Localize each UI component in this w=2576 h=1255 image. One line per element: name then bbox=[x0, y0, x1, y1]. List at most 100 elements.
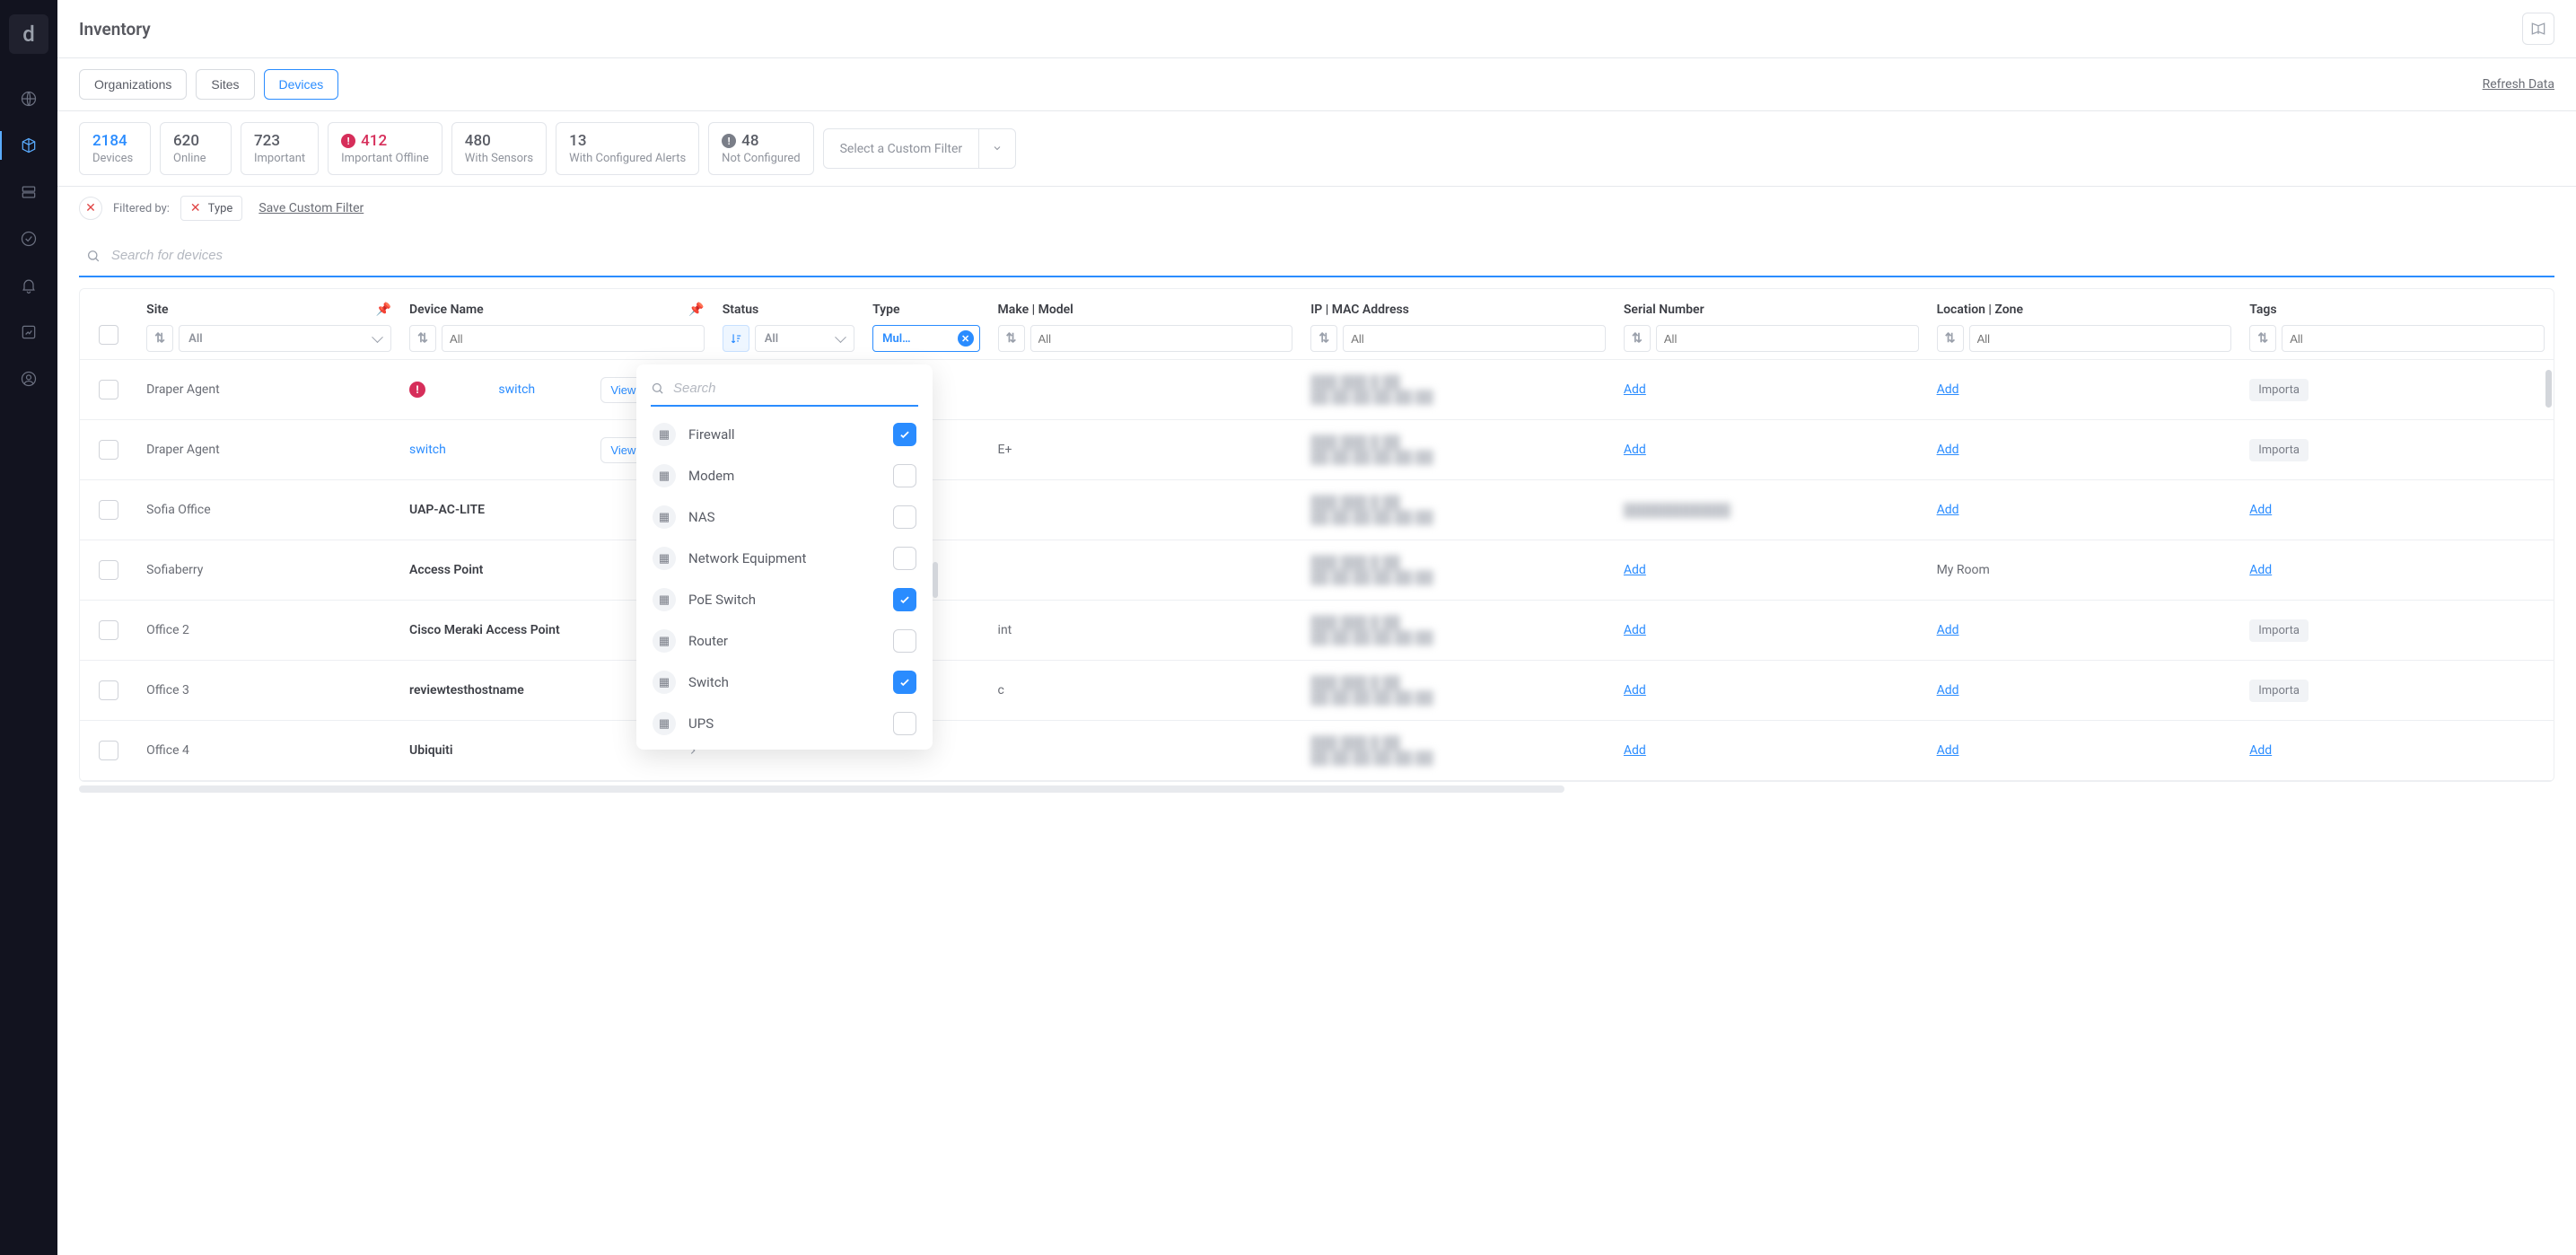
clear-type-filter-icon[interactable]: ✕ bbox=[958, 330, 974, 347]
filter-status[interactable]: All bbox=[755, 325, 854, 352]
chevron-down-icon[interactable] bbox=[978, 129, 1015, 168]
filter-serial-input[interactable] bbox=[1656, 325, 1919, 352]
stat-devices[interactable]: 2184Devices bbox=[79, 122, 151, 175]
stats-row: 2184Devices 620Online 723Important !412I… bbox=[57, 111, 2576, 187]
select-all-checkbox[interactable] bbox=[99, 325, 118, 345]
dropdown-checkbox[interactable] bbox=[893, 629, 916, 653]
dropdown-checkbox[interactable] bbox=[893, 505, 916, 529]
sort-tags[interactable]: ⇅ bbox=[2249, 325, 2276, 352]
add-location-link[interactable]: Add bbox=[1937, 623, 1959, 637]
dropdown-checkbox[interactable] bbox=[893, 423, 916, 446]
sort-ip[interactable]: ⇅ bbox=[1310, 325, 1337, 352]
add-serial-link[interactable]: Add bbox=[1624, 683, 1646, 698]
filter-site[interactable]: All bbox=[179, 325, 391, 352]
tab-sites[interactable]: Sites bbox=[196, 69, 254, 100]
dropdown-item[interactable]: ▦Network Equipment bbox=[651, 538, 918, 579]
add-location-link[interactable]: Add bbox=[1937, 382, 1959, 397]
sort-device[interactable]: ⇅ bbox=[409, 325, 436, 352]
sort-serial[interactable]: ⇅ bbox=[1624, 325, 1651, 352]
search-input[interactable] bbox=[111, 248, 2551, 263]
row-checkbox[interactable] bbox=[99, 741, 118, 760]
save-custom-filter-link[interactable]: Save Custom Filter bbox=[258, 201, 364, 215]
dropdown-checkbox[interactable] bbox=[893, 588, 916, 611]
sort-status[interactable] bbox=[723, 325, 749, 352]
add-tag-link[interactable]: Add bbox=[2249, 743, 2272, 758]
custom-filter-dropdown[interactable]: Select a Custom Filter bbox=[823, 128, 1017, 169]
dropdown-item-label: Router bbox=[688, 633, 728, 649]
nav-globe-icon[interactable] bbox=[0, 75, 57, 122]
row-checkbox[interactable] bbox=[99, 680, 118, 700]
stat-with-sensors[interactable]: 480With Sensors bbox=[451, 122, 547, 175]
dropdown-checkbox[interactable] bbox=[893, 547, 916, 570]
remove-chip-icon[interactable]: ✕ bbox=[190, 201, 201, 215]
tab-devices[interactable]: Devices bbox=[264, 69, 339, 100]
filter-type[interactable]: Mul…✕ bbox=[872, 325, 979, 352]
filter-location-input[interactable] bbox=[1969, 325, 2232, 352]
add-serial-link[interactable]: Add bbox=[1624, 382, 1646, 397]
dropdown-scrollbar[interactable] bbox=[933, 562, 938, 598]
device-name[interactable]: switch bbox=[409, 443, 446, 457]
filter-device-input[interactable] bbox=[442, 325, 705, 352]
dropdown-item[interactable]: ▦Modem bbox=[651, 455, 918, 496]
add-location-link[interactable]: Add bbox=[1937, 743, 1959, 758]
tag-pill[interactable]: Importa bbox=[2249, 619, 2309, 642]
add-location-link[interactable]: Add bbox=[1937, 683, 1959, 698]
dropdown-checkbox[interactable] bbox=[893, 464, 916, 487]
tag-pill[interactable]: Importa bbox=[2249, 379, 2309, 401]
dropdown-item[interactable]: ▦NAS bbox=[651, 496, 918, 538]
pin-icon[interactable]: 📌 bbox=[688, 303, 704, 317]
dropdown-item[interactable]: ▦Firewall bbox=[651, 414, 918, 455]
vertical-scrollbar[interactable] bbox=[2545, 370, 2552, 408]
sort-location[interactable]: ⇅ bbox=[1937, 325, 1964, 352]
stat-not-configured[interactable]: !48Not Configured bbox=[708, 122, 813, 175]
pin-icon[interactable]: 📌 bbox=[376, 303, 391, 317]
dropdown-item[interactable]: ▦PoE Switch bbox=[651, 579, 918, 620]
help-book-button[interactable] bbox=[2522, 13, 2554, 45]
add-tag-link[interactable]: Add bbox=[2249, 563, 2272, 577]
row-checkbox[interactable] bbox=[99, 620, 118, 640]
row-checkbox[interactable] bbox=[99, 560, 118, 580]
row-checkbox[interactable] bbox=[99, 500, 118, 520]
serial-value: ████████████ bbox=[1624, 504, 1730, 518]
horizontal-scrollbar[interactable] bbox=[79, 785, 1564, 793]
nav-user-icon[interactable] bbox=[0, 355, 57, 402]
dropdown-search-input[interactable] bbox=[673, 381, 918, 396]
add-serial-link[interactable]: Add bbox=[1624, 563, 1646, 577]
dropdown-item[interactable]: ▦Router bbox=[651, 620, 918, 662]
tag-pill[interactable]: Importa bbox=[2249, 439, 2309, 461]
stat-important[interactable]: 723Important bbox=[241, 122, 319, 175]
row-checkbox[interactable] bbox=[99, 380, 118, 399]
nav-bell-icon[interactable] bbox=[0, 262, 57, 309]
dropdown-item[interactable]: ▦Switch bbox=[651, 662, 918, 703]
ip-mac-value: ███ ███ █ ████ ██ ██ ██ ██ ██ bbox=[1310, 434, 1606, 465]
tag-pill[interactable]: Importa bbox=[2249, 680, 2309, 702]
nav-inventory-icon[interactable] bbox=[0, 122, 57, 169]
refresh-data-link[interactable]: Refresh Data bbox=[2483, 77, 2554, 92]
dropdown-checkbox[interactable] bbox=[893, 671, 916, 694]
tab-organizations[interactable]: Organizations bbox=[79, 69, 187, 100]
add-tag-link[interactable]: Add bbox=[2249, 503, 2272, 517]
add-serial-link[interactable]: Add bbox=[1624, 623, 1646, 637]
add-location-link[interactable]: Add bbox=[1937, 443, 1959, 457]
stat-important-offline[interactable]: !412Important Offline bbox=[328, 122, 442, 175]
filter-ip-input[interactable] bbox=[1343, 325, 1606, 352]
dropdown-checkbox[interactable] bbox=[893, 712, 916, 735]
stat-with-alerts[interactable]: 13With Configured Alerts bbox=[556, 122, 699, 175]
stat-notconfig-num: !48 bbox=[722, 132, 800, 150]
row-checkbox[interactable] bbox=[99, 440, 118, 460]
add-location-link[interactable]: Add bbox=[1937, 503, 1959, 517]
add-serial-link[interactable]: Add bbox=[1624, 443, 1646, 457]
dropdown-item[interactable]: ▦UPS bbox=[651, 703, 918, 744]
nav-server-icon[interactable] bbox=[0, 169, 57, 215]
nav-chart-icon[interactable] bbox=[0, 309, 57, 355]
sort-site[interactable]: ⇅ bbox=[146, 325, 173, 352]
filter-make-input[interactable] bbox=[1030, 325, 1293, 352]
add-serial-link[interactable]: Add bbox=[1624, 743, 1646, 758]
device-type-icon: ▦ bbox=[653, 671, 676, 694]
nav-shield-icon[interactable] bbox=[0, 215, 57, 262]
device-name[interactable]: switch bbox=[498, 382, 535, 397]
filter-tags-input[interactable] bbox=[2282, 325, 2545, 352]
stat-online[interactable]: 620Online bbox=[160, 122, 232, 175]
clear-all-filters-button[interactable]: ✕ bbox=[79, 197, 102, 220]
sort-make[interactable]: ⇅ bbox=[998, 325, 1025, 352]
